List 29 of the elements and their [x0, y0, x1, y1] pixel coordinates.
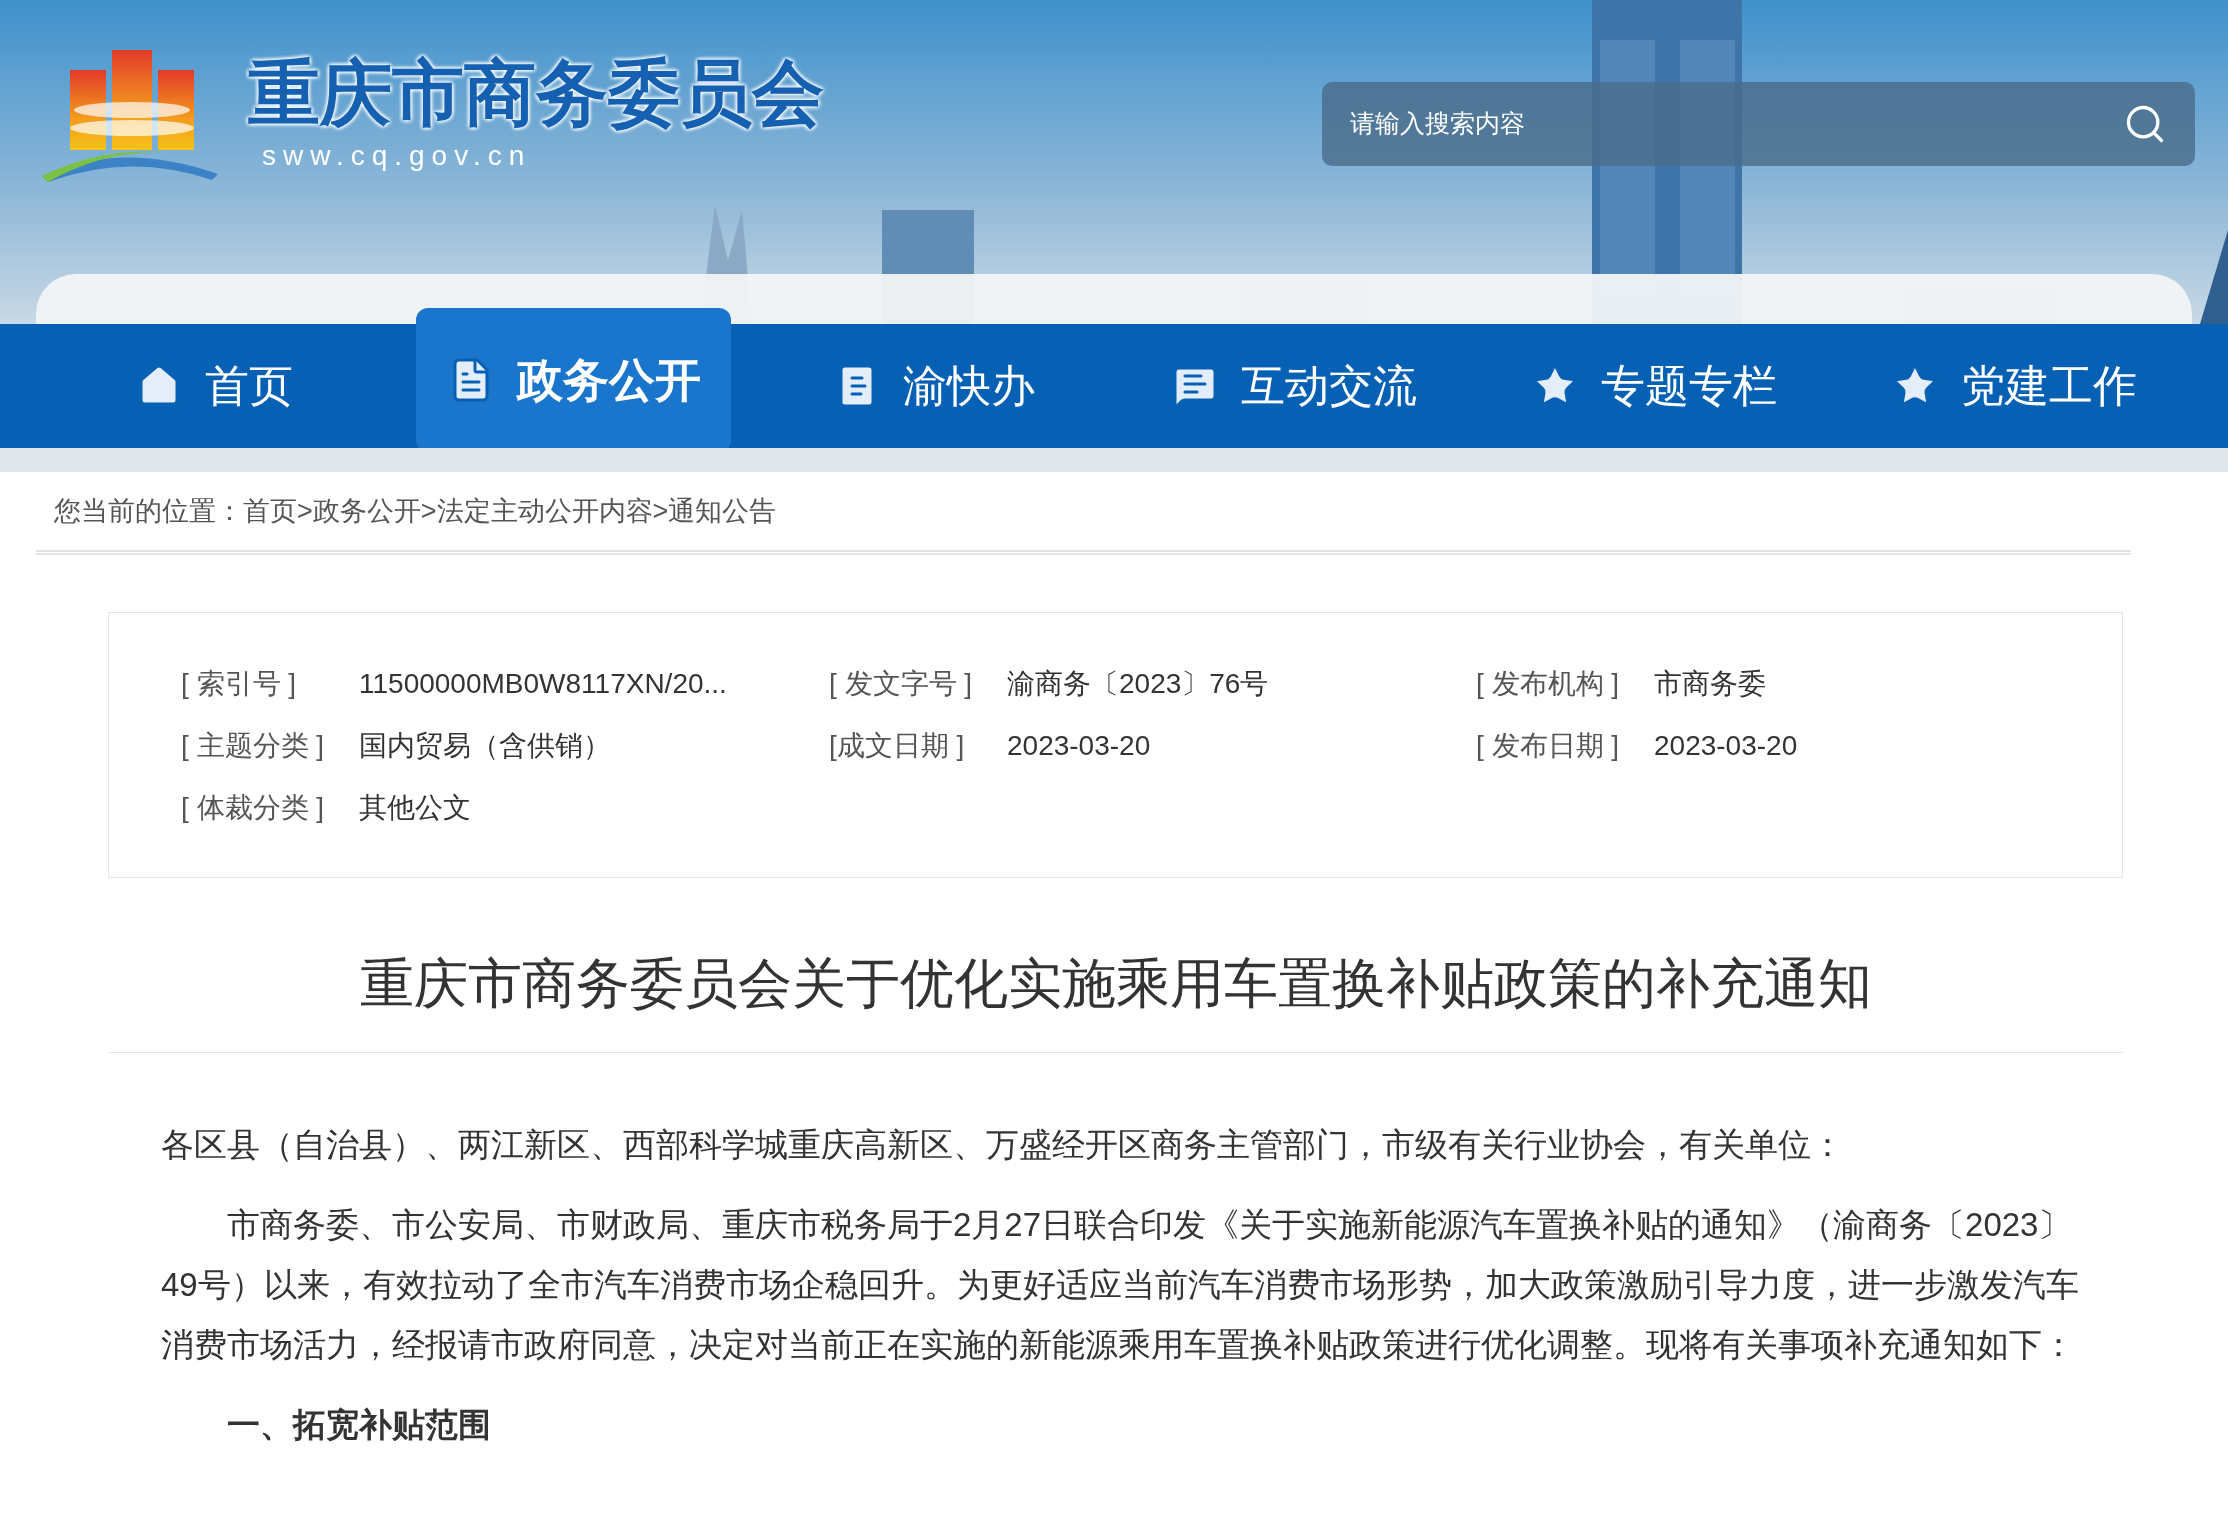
field-value: 11500000MB0W8117XN/20...: [359, 667, 727, 701]
field-value: 国内贸易（含供销）: [359, 729, 611, 763]
nav-tab[interactable]: 互动交流: [1136, 324, 1451, 448]
field-label: [成文日期 ]: [829, 729, 966, 763]
search-input[interactable]: 请输入搜索内容: [1350, 105, 1950, 143]
site-url: sww.cq.gov.cn: [261, 139, 533, 173]
field-label: [ 发布机构 ]: [1476, 667, 1621, 701]
field-value: 其他公文: [359, 791, 471, 825]
nav-tab[interactable]: 渝快办: [776, 324, 1091, 448]
nav-tab[interactable]: 专题专栏: [1496, 324, 1811, 448]
nav-tab[interactable]: 首页: [56, 324, 371, 448]
nav-tab[interactable]: 党建工作: [1856, 324, 2171, 448]
section-heading: 一、拓宽补贴范围: [226, 1405, 492, 1445]
field-value: 2023-03-20: [1007, 729, 1151, 763]
field-label: [ 体裁分类 ]: [181, 791, 326, 825]
field-label: [ 发布日期 ]: [1476, 729, 1621, 763]
paragraph: 各区县（自治县）、两江新区、西部科学城重庆高新区、万盛经开区商务主管部门，市级有关行业协会，有关单位：: [161, 1125, 1845, 1165]
field-label: [ 主题分类 ]: [181, 729, 326, 763]
article-title: 重庆市商务委员会关于优化实施乘用车置换补贴政策的补充通知: [359, 952, 1872, 1015]
paragraph: 市商务委、市公安局、市财政局、重庆市税务局于2月27日联合印发《关于实施新能源汽车置换补贴的通知》（渝商务〔2023〕49号）以来，有效拉动了全市汽车消费市场企稳回升。为更好适应当前汽车消费市场形势，加大政策激励引导力度，进一步激发汽车消费市场活力，经报请市政府同意，决定对当前正在实施的新能源乘用车置换补贴政策进行优化调整。现将有关事项补充通知如下：: [161, 1205, 2080, 1365]
field-value: 渝商务〔2023〕76号: [1007, 667, 1269, 701]
field-label: [ 索引号 ]: [181, 667, 298, 701]
field-value: 2023-03-20: [1654, 729, 1798, 763]
field-value: 市商务委: [1654, 667, 1766, 701]
breadcrumb: 您当前的位置：首页>政务公开>法定主动公开内容>通知公告: [54, 494, 777, 528]
logo-icon: [40, 48, 220, 184]
field-label: [ 发文字号 ]: [829, 667, 974, 701]
search-field[interactable]: 请输入搜索内容: [1322, 82, 2195, 166]
site-title: 重庆市商务委员会: [248, 52, 824, 135]
